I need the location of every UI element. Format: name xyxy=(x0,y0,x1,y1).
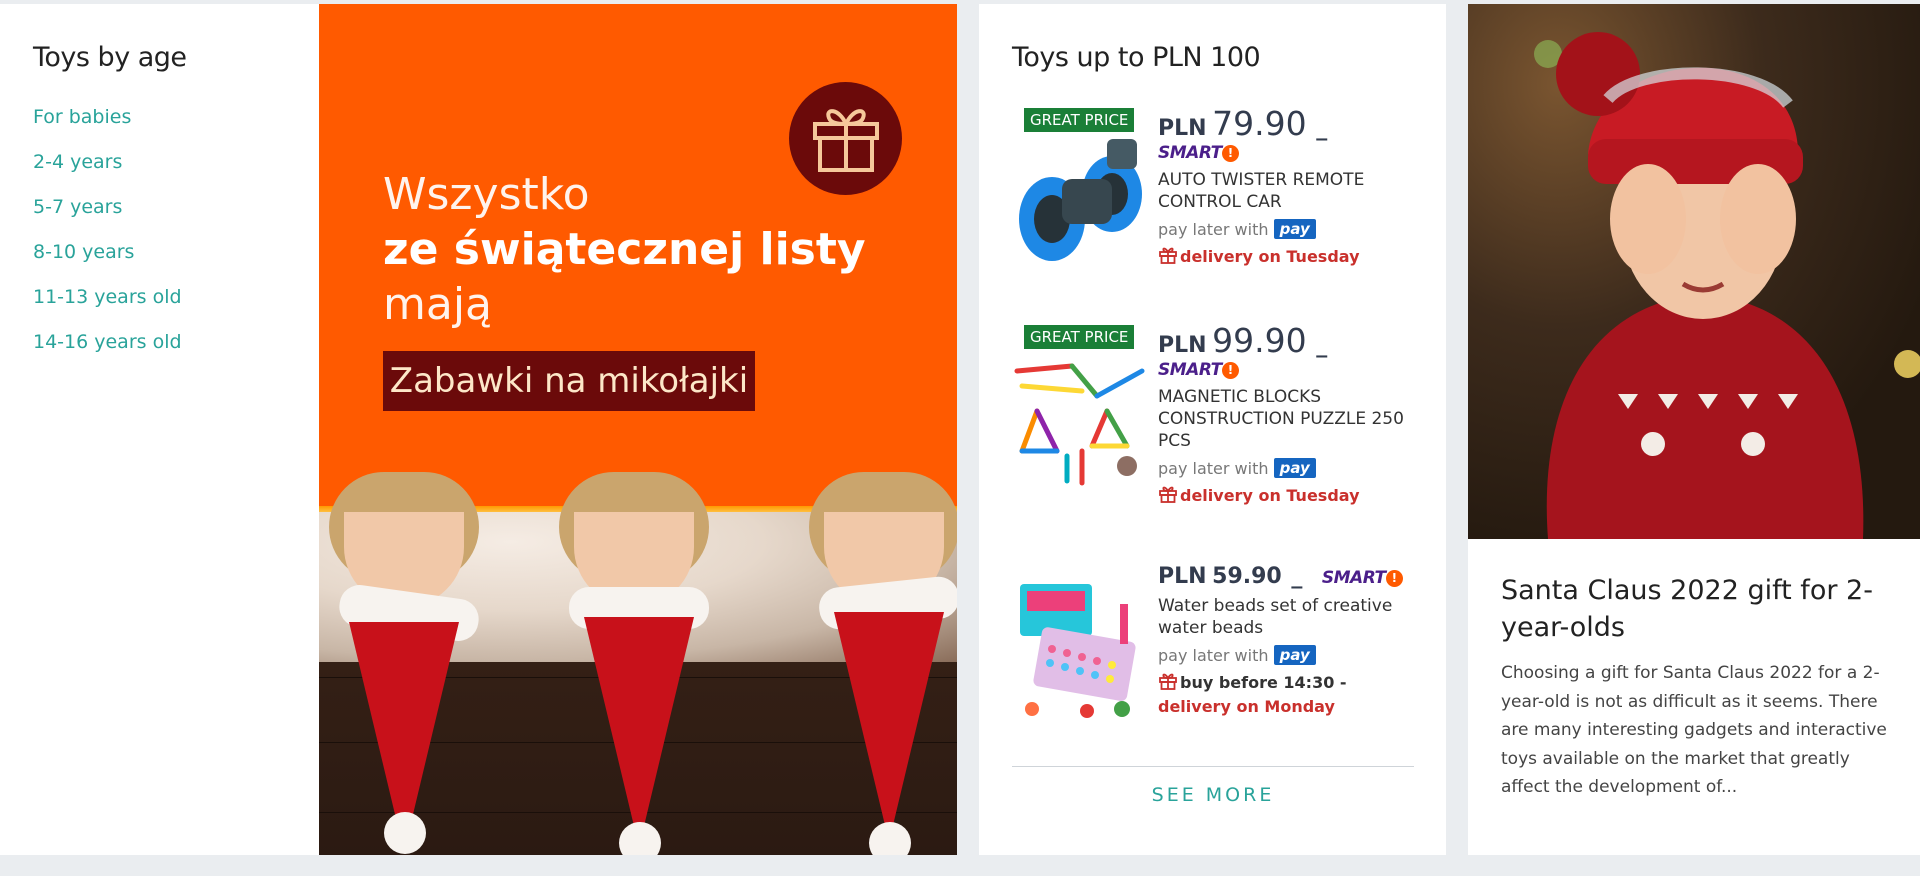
great-price-badge: GREAT PRICE xyxy=(1024,108,1135,132)
delivery-text: delivery on Monday xyxy=(1158,697,1335,716)
smart-label: SMART xyxy=(1321,568,1386,588)
smart-badge: SMART! xyxy=(1322,568,1403,588)
banner-line-3: mają xyxy=(383,279,493,330)
smart-badge: SMART! xyxy=(1158,360,1418,380)
delivery-text: delivery on Tuesday xyxy=(1180,486,1360,505)
age-link-5-7[interactable]: 5-7 years xyxy=(33,196,122,218)
price-currency: PLN xyxy=(1158,333,1207,358)
age-link-item: 11-13 years old xyxy=(33,286,182,331)
age-link-item: For babies xyxy=(33,106,182,151)
pay-later-label: pay later with xyxy=(1158,459,1269,478)
smart-label: SMART xyxy=(1158,143,1222,163)
article-card[interactable]: Santa Claus 2022 gift for 2-year-olds Ch… xyxy=(1468,4,1920,855)
toys-by-age-panel: Toys by age For babies 2-4 years 5-7 yea… xyxy=(0,4,319,855)
banner-headline: Wszystko ze świątecznej listy mają xyxy=(383,167,866,332)
article-title[interactable]: Santa Claus 2022 gift for 2-year-olds xyxy=(1501,572,1901,646)
gift-box-icon xyxy=(1159,247,1177,264)
product-card[interactable]: PLN 59.90 _ SMART! Water beads set of cr… xyxy=(1012,564,1432,754)
product-card[interactable]: GREAT PRICE PLN 79.90 _ SMART! AUTO TWIS… xyxy=(1012,104,1432,294)
delivery-text: delivery on Tuesday xyxy=(1180,247,1360,266)
price-currency: PLN xyxy=(1158,564,1207,589)
toys-up-to-100-panel: Toys up to PLN 100 GREAT PRICE PLN 79.90… xyxy=(979,4,1446,855)
delivery-info: buy before 14:30 - delivery on Monday xyxy=(1158,671,1418,719)
smart-badge: SMART! xyxy=(1158,143,1418,163)
see-more-button[interactable]: SEE MORE xyxy=(1012,784,1414,806)
age-link-babies[interactable]: For babies xyxy=(33,106,131,128)
pay-later-label: pay later with xyxy=(1158,646,1269,665)
gift-box-icon xyxy=(1159,486,1177,503)
price-dash: _ xyxy=(1291,564,1303,589)
product-info: PLN 59.90 _ SMART! Water beads set of cr… xyxy=(1158,564,1418,719)
smart-icon: ! xyxy=(1385,570,1403,587)
product-name[interactable]: MAGNETIC BLOCKS CONSTRUCTION PUZZLE 250 … xyxy=(1158,386,1418,452)
smart-icon: ! xyxy=(1221,145,1239,162)
price-dash: _ xyxy=(1316,333,1328,358)
article-excerpt: Choosing a gift for Santa Claus 2022 for… xyxy=(1501,663,1887,797)
delivery-prefix: buy before 14:30 - xyxy=(1180,673,1347,692)
banner-line-2: ze świątecznej listy xyxy=(383,224,866,275)
price-amount: 99.90 xyxy=(1212,321,1307,360)
banner-cta-button[interactable]: Zabawki na mikołajki xyxy=(383,351,755,411)
age-link-11-13[interactable]: 11-13 years old xyxy=(33,286,182,308)
age-link-2-4[interactable]: 2-4 years xyxy=(33,151,122,173)
age-link-14-16[interactable]: 14-16 years old xyxy=(33,331,182,353)
pay-later-label: pay later with xyxy=(1158,220,1269,239)
delivery-info: delivery on Tuesday xyxy=(1158,484,1418,508)
product-image-rc-car xyxy=(1019,139,1142,261)
age-link-item: 8-10 years xyxy=(33,241,182,286)
pay-later-row: pay later with pay xyxy=(1158,458,1418,478)
smart-label: SMART xyxy=(1158,360,1222,380)
pay-logo-icon: pay xyxy=(1273,645,1316,665)
price-amount: 79.90 xyxy=(1212,104,1307,143)
product-name[interactable]: AUTO TWISTER REMOTE CONTROL CAR xyxy=(1158,169,1418,213)
product-price: PLN 59.90 _ SMART! xyxy=(1158,564,1418,589)
age-link-item: 5-7 years xyxy=(33,196,182,241)
article-photo-child-in-hat xyxy=(1468,4,1920,539)
price-currency: PLN xyxy=(1158,116,1207,141)
see-more-divider xyxy=(1012,766,1414,767)
product-image-water-beads xyxy=(1020,584,1136,718)
age-links-list: For babies 2-4 years 5-7 years 8-10 year… xyxy=(33,106,182,376)
product-price: PLN 99.90 _ xyxy=(1158,321,1418,360)
age-link-item: 14-16 years old xyxy=(33,331,182,376)
price-amount: 59.90 xyxy=(1212,564,1282,589)
great-price-badge: GREAT PRICE xyxy=(1024,325,1135,349)
pay-logo-icon: pay xyxy=(1273,458,1316,478)
toys-up-to-100-title: Toys up to PLN 100 xyxy=(1012,42,1261,73)
product-card[interactable]: GREAT PRICE PLN 99.90 _ SMART ! MAGNETIC… xyxy=(1012,321,1432,531)
delivery-info: delivery on Tuesday xyxy=(1158,245,1418,269)
christmas-promo-banner[interactable]: Wszystko ze świątecznej listy mają Zabaw… xyxy=(319,4,957,855)
product-image-magnetic-blocks xyxy=(1014,363,1145,486)
product-price: PLN 79.90 _ xyxy=(1158,104,1418,143)
gift-box-icon xyxy=(1159,673,1177,690)
age-link-item: 2-4 years xyxy=(33,151,182,196)
banner-line-1: Wszystko xyxy=(383,169,590,220)
product-info: PLN 99.90 _ SMART! MAGNETIC BLOCKS CONST… xyxy=(1158,321,1418,508)
pay-later-row: pay later with pay xyxy=(1158,219,1418,239)
pay-logo-icon: pay xyxy=(1273,219,1316,239)
product-name[interactable]: Water beads set of creative water beads xyxy=(1158,595,1418,639)
pay-later-row: pay later with pay xyxy=(1158,645,1418,665)
banner-photo-kids-santa-hats xyxy=(319,472,957,855)
smart-icon: ! xyxy=(1221,362,1239,379)
price-dash: _ xyxy=(1316,116,1328,141)
toys-by-age-title: Toys by age xyxy=(33,42,187,73)
age-link-8-10[interactable]: 8-10 years xyxy=(33,241,134,263)
product-info: PLN 79.90 _ SMART! AUTO TWISTER REMOTE C… xyxy=(1158,104,1418,269)
